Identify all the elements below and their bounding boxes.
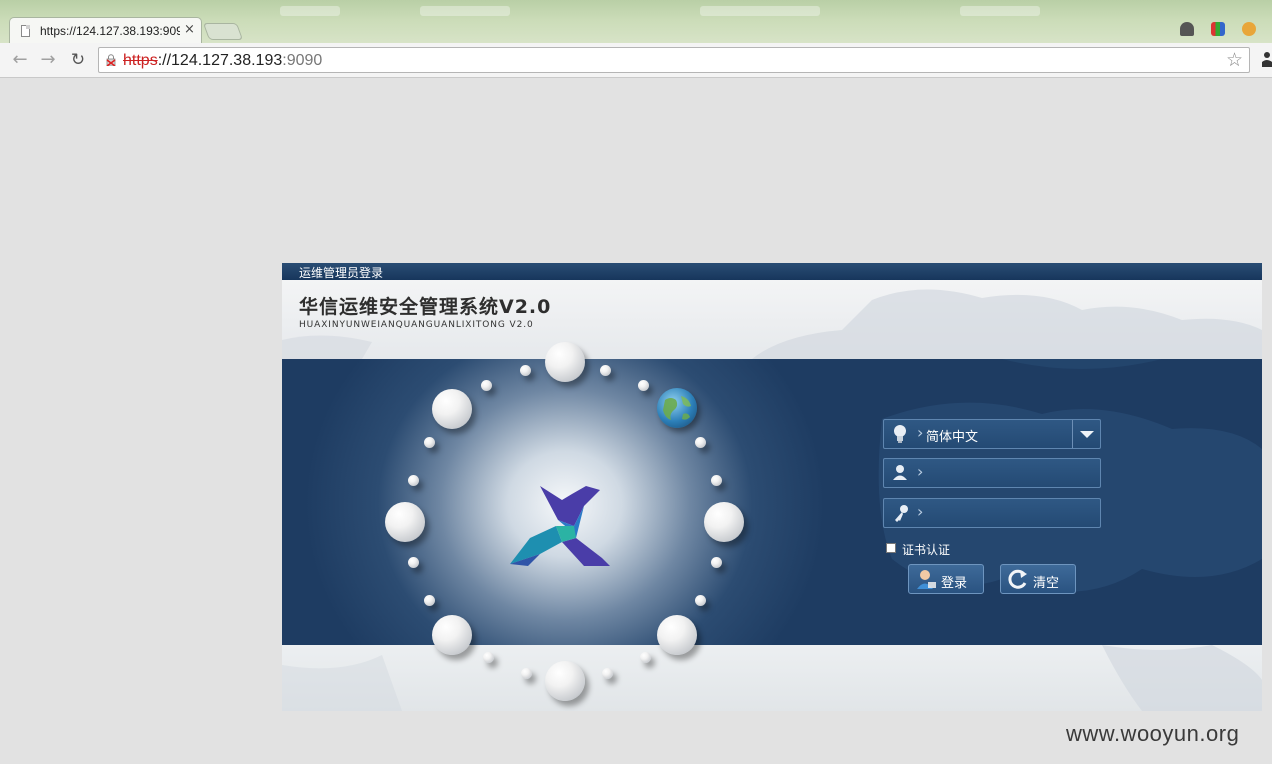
decorative-sphere bbox=[408, 475, 419, 486]
username-field: › bbox=[883, 458, 1101, 488]
extension-icon[interactable] bbox=[1180, 22, 1194, 36]
login-card: 运维管理员登录 华信运维安全管理系统V2.0 HUAXINYUNWEIANQUA… bbox=[282, 263, 1262, 711]
cert-auth-label[interactable]: 证书认证 bbox=[902, 541, 950, 558]
decorative-sphere bbox=[638, 380, 649, 391]
decorative-sphere bbox=[545, 661, 585, 701]
globe-icon bbox=[657, 388, 697, 428]
forward-arrow-icon[interactable]: → bbox=[38, 50, 58, 70]
tab-title: https://124.127.38.193:9090 bbox=[40, 24, 180, 38]
browser-toolbar: ← → ↻ https://124.127.38.193:9090 ☆ bbox=[0, 43, 1272, 78]
browser-tab[interactable]: https://124.127.38.193:9090 × bbox=[9, 17, 202, 44]
product-subtitle: HUAXINYUNWEIANQUANGUANLIXITONG V2.0 bbox=[299, 320, 534, 330]
decorative-sphere bbox=[385, 502, 425, 542]
page-icon bbox=[21, 25, 30, 37]
new-tab-button[interactable] bbox=[202, 23, 244, 40]
field-separator-icon: › bbox=[917, 502, 924, 521]
password-field: › bbox=[883, 498, 1101, 528]
clear-button[interactable]: 清空 bbox=[1000, 564, 1076, 594]
insecure-lock-icon[interactable] bbox=[106, 54, 116, 66]
decorative-sphere bbox=[600, 365, 611, 376]
decorative-sphere bbox=[704, 502, 744, 542]
key-icon bbox=[895, 505, 908, 522]
decorative-sphere bbox=[408, 557, 419, 568]
bookmark-star-icon[interactable]: ☆ bbox=[1226, 50, 1243, 70]
field-separator-icon: › bbox=[917, 462, 924, 481]
card-header: 运维管理员登录 bbox=[282, 263, 1262, 280]
language-select[interactable]: › 简体中文 bbox=[883, 419, 1101, 449]
dropdown-arrow-icon[interactable] bbox=[1072, 420, 1100, 448]
decorative-sphere bbox=[424, 595, 435, 606]
extension-icon[interactable] bbox=[1211, 22, 1225, 36]
clear-button-label: 清空 bbox=[1033, 576, 1060, 591]
decorative-sphere bbox=[520, 365, 531, 376]
decorative-sphere bbox=[711, 475, 722, 486]
watermark-text: www.wooyun.org bbox=[1066, 721, 1240, 746]
decorative-sphere bbox=[695, 437, 706, 448]
product-logo-icon bbox=[510, 486, 610, 566]
browser-menu-icon[interactable] bbox=[1258, 49, 1272, 71]
decorative-sphere bbox=[521, 668, 532, 679]
browser-tabstrip: https://124.127.38.193:9090 × bbox=[0, 0, 1272, 44]
lightbulb-icon bbox=[894, 425, 906, 443]
url-scheme: https bbox=[123, 52, 158, 69]
url-text: https://124.127.38.193:9090 bbox=[123, 52, 322, 70]
login-button-label: 登录 bbox=[941, 576, 968, 591]
card-header-title: 运维管理员登录 bbox=[299, 266, 384, 280]
card-footer bbox=[282, 645, 1262, 711]
decorative-sphere bbox=[711, 557, 722, 568]
address-bar[interactable]: https://124.127.38.193:9090 ☆ bbox=[98, 47, 1250, 73]
product-title: 华信运维安全管理系统V2.0 bbox=[299, 296, 552, 318]
tab-close-icon[interactable]: × bbox=[184, 22, 195, 37]
user-login-icon bbox=[917, 570, 936, 589]
url-port: :9090 bbox=[282, 52, 323, 69]
language-select-value: 简体中文 bbox=[926, 430, 979, 445]
reload-icon[interactable]: ↻ bbox=[68, 50, 88, 70]
decorative-sphere bbox=[483, 652, 494, 663]
decorative-sphere bbox=[481, 380, 492, 391]
refresh-icon bbox=[1008, 569, 1027, 589]
login-button[interactable]: 登录 bbox=[908, 564, 984, 594]
password-input[interactable] bbox=[926, 502, 1094, 524]
decorative-sphere bbox=[695, 595, 706, 606]
url-host: ://124.127.38.193 bbox=[157, 52, 283, 69]
field-separator-icon: › bbox=[917, 423, 924, 442]
decorative-sphere bbox=[545, 342, 585, 382]
user-icon bbox=[893, 465, 907, 480]
decorative-sphere bbox=[424, 437, 435, 448]
decorative-sphere bbox=[640, 652, 651, 663]
world-map-decoration bbox=[282, 645, 1262, 711]
cert-auth-checkbox[interactable] bbox=[886, 543, 896, 553]
extension-icon[interactable] bbox=[1242, 22, 1256, 36]
username-input[interactable] bbox=[926, 462, 1094, 484]
decorative-sphere bbox=[432, 389, 472, 429]
product-banner: 华信运维安全管理系统V2.0 HUAXINYUNWEIANQUANGUANLIX… bbox=[282, 280, 1262, 359]
decorative-sphere bbox=[602, 668, 613, 679]
decorative-sphere bbox=[432, 615, 472, 655]
decorative-sphere bbox=[657, 615, 697, 655]
back-arrow-icon[interactable]: ← bbox=[10, 50, 30, 70]
